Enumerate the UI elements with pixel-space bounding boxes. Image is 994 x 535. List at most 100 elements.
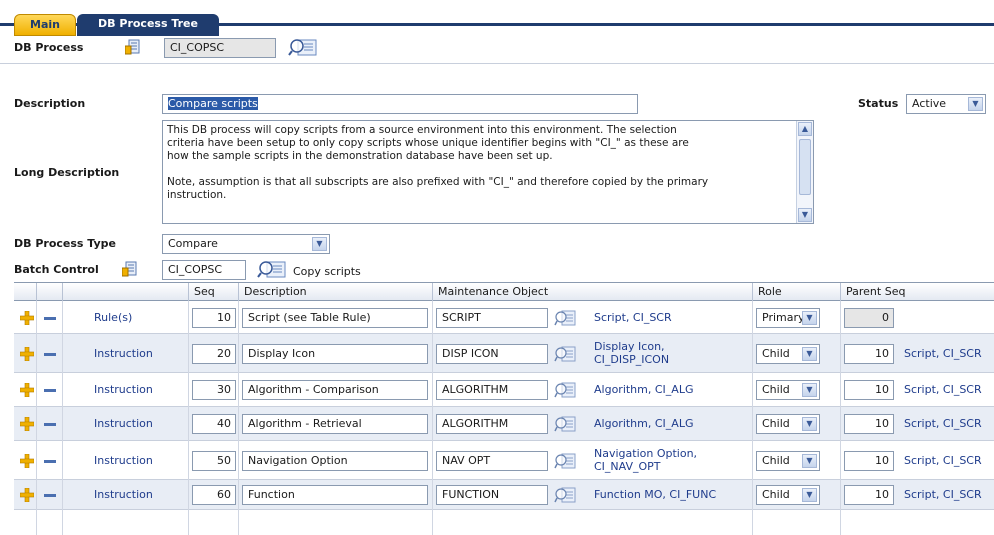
long-description-field[interactable]: This DB process will copy scripts from a… — [162, 120, 814, 224]
role-select[interactable]: Child ▼ — [756, 451, 820, 471]
chevron-down-icon[interactable]: ▼ — [802, 383, 817, 397]
add-row-icon[interactable] — [19, 310, 35, 326]
chevron-down-icon[interactable]: ▼ — [802, 347, 817, 361]
role-select[interactable]: Child ▼ — [756, 414, 820, 434]
description-cell-field[interactable]: Algorithm - Comparison — [242, 380, 428, 400]
parent-seq-field[interactable]: 10 — [844, 451, 894, 471]
header-seq: Seq — [188, 283, 238, 301]
scroll-up-icon[interactable]: ▲ — [798, 122, 812, 136]
search-icon[interactable] — [554, 415, 576, 433]
chevron-down-icon[interactable]: ▼ — [802, 454, 817, 468]
description-cell-field[interactable]: Display Icon — [242, 344, 428, 364]
chevron-down-icon[interactable]: ▼ — [802, 311, 817, 325]
role-select[interactable]: Child ▼ — [756, 485, 820, 505]
add-row-icon[interactable] — [19, 346, 35, 362]
batch-control-field[interactable]: CI_COPSC — [162, 260, 246, 280]
seq-field[interactable]: 60 — [192, 485, 236, 505]
table-row: Rule(s) 10 Script (see Table Rule) SCRIPT Sc… — [14, 302, 994, 334]
parent-seq-field[interactable]: 0 — [844, 308, 894, 328]
delete-row-icon[interactable] — [44, 317, 56, 320]
parent-seq-field[interactable]: 10 — [844, 485, 894, 505]
delete-row-icon[interactable] — [44, 389, 56, 392]
description-cell-field[interactable]: Navigation Option — [242, 451, 428, 471]
parent-seq-field[interactable]: 10 — [844, 380, 894, 400]
description-cell-field[interactable]: Script (see Table Rule) — [242, 308, 428, 328]
search-icon[interactable] — [554, 381, 576, 399]
instruction-grid: Seq Description Maintenance Object Role … — [14, 282, 994, 535]
delete-row-icon[interactable] — [44, 460, 56, 463]
search-icon[interactable] — [554, 309, 576, 327]
search-icon[interactable] — [554, 345, 576, 363]
description-cell-field[interactable]: Function — [242, 485, 428, 505]
scroll-thumb[interactable] — [799, 139, 811, 195]
seq-field[interactable]: 10 — [192, 308, 236, 328]
parent-seq-field[interactable]: 10 — [844, 414, 894, 434]
chevron-down-icon[interactable]: ▼ — [802, 488, 817, 502]
header-role: Role — [752, 283, 840, 301]
parent-description-link[interactable]: Script, CI_SCR — [904, 454, 982, 467]
parent-description-link[interactable]: Script, CI_SCR — [904, 417, 982, 430]
role-select[interactable]: Child ▼ — [756, 344, 820, 364]
db-process-type-select[interactable]: Compare ▼ — [162, 234, 330, 254]
tab-main[interactable]: Main — [14, 14, 76, 36]
add-row-icon[interactable] — [19, 382, 35, 398]
db-process-form: DB Process CI_COPSC Description Compare … — [0, 36, 994, 282]
search-icon[interactable] — [554, 486, 576, 504]
maintenance-object-field[interactable]: ALGORITHM — [436, 380, 548, 400]
seq-field[interactable]: 50 — [192, 451, 236, 471]
chevron-down-icon[interactable]: ▼ — [802, 417, 817, 431]
row-type-link[interactable]: Rule(s) — [94, 311, 132, 324]
seq-field[interactable]: 20 — [192, 344, 236, 364]
maintenance-object-field[interactable]: FUNCTION — [436, 485, 548, 505]
maintenance-object-description[interactable]: Navigation Option, CI_NAV_OPT — [594, 447, 744, 473]
maintenance-object-description[interactable]: Algorithm, CI_ALG — [594, 417, 693, 430]
row-type-link[interactable]: Instruction — [94, 347, 153, 360]
maintenance-object-description[interactable]: Display Icon, CI_DISP_ICON — [594, 340, 744, 366]
tab-db-process-tree[interactable]: DB Process Tree — [77, 14, 219, 36]
maintenance-object-field[interactable]: NAV OPT — [436, 451, 548, 471]
parent-description-link[interactable]: Script, CI_SCR — [904, 488, 982, 501]
context-menu-icon[interactable] — [125, 39, 141, 55]
add-row-icon[interactable] — [19, 487, 35, 503]
parent-description-link[interactable]: Script, CI_SCR — [904, 347, 982, 360]
vertical-scrollbar[interactable]: ▲ ▼ — [796, 121, 813, 223]
table-row: Instruction 30 Algorithm - Comparison ALGOR… — [14, 373, 994, 407]
description-cell-field[interactable]: Algorithm - Retrieval — [242, 414, 428, 434]
header-add-col — [14, 283, 36, 301]
row-type-link[interactable]: Instruction — [94, 383, 153, 396]
maintenance-object-field[interactable]: ALGORITHM — [436, 414, 548, 434]
divider — [0, 63, 994, 64]
chevron-down-icon[interactable]: ▼ — [968, 97, 983, 111]
parent-description-link[interactable]: Script, CI_SCR — [904, 383, 982, 396]
context-menu-icon[interactable] — [122, 261, 138, 277]
search-icon[interactable] — [288, 37, 318, 57]
row-type-link[interactable]: Instruction — [94, 454, 153, 467]
seq-field[interactable]: 30 — [192, 380, 236, 400]
search-icon[interactable] — [257, 259, 287, 279]
maintenance-object-field[interactable]: DISP ICON — [436, 344, 548, 364]
search-icon[interactable] — [554, 452, 576, 470]
maintenance-object-description[interactable]: Algorithm, CI_ALG — [594, 383, 693, 396]
chevron-down-icon[interactable]: ▼ — [312, 237, 327, 251]
row-type-link[interactable]: Instruction — [94, 488, 153, 501]
seq-field[interactable]: 40 — [192, 414, 236, 434]
maintenance-object-description[interactable]: Function MO, CI_FUNC — [594, 488, 716, 501]
scroll-down-icon[interactable]: ▼ — [798, 208, 812, 222]
role-select[interactable]: Primary ▼ — [756, 308, 820, 328]
delete-row-icon[interactable] — [44, 494, 56, 497]
delete-row-icon[interactable] — [44, 353, 56, 356]
status-label: Status — [858, 97, 899, 110]
long-description-line: This DB process will copy scripts from a… — [167, 124, 677, 136]
description-field[interactable]: Compare scripts — [162, 94, 638, 114]
long-description-label: Long Description — [14, 166, 120, 179]
role-select[interactable]: Child ▼ — [756, 380, 820, 400]
parent-seq-field[interactable]: 10 — [844, 344, 894, 364]
add-row-icon[interactable] — [19, 453, 35, 469]
maintenance-object-description[interactable]: Script, CI_SCR — [594, 311, 672, 324]
status-select[interactable]: Active ▼ — [906, 94, 986, 114]
row-type-link[interactable]: Instruction — [94, 417, 153, 430]
db-process-field[interactable]: CI_COPSC — [164, 38, 276, 58]
maintenance-object-field[interactable]: SCRIPT — [436, 308, 548, 328]
add-row-icon[interactable] — [19, 416, 35, 432]
delete-row-icon[interactable] — [44, 423, 56, 426]
